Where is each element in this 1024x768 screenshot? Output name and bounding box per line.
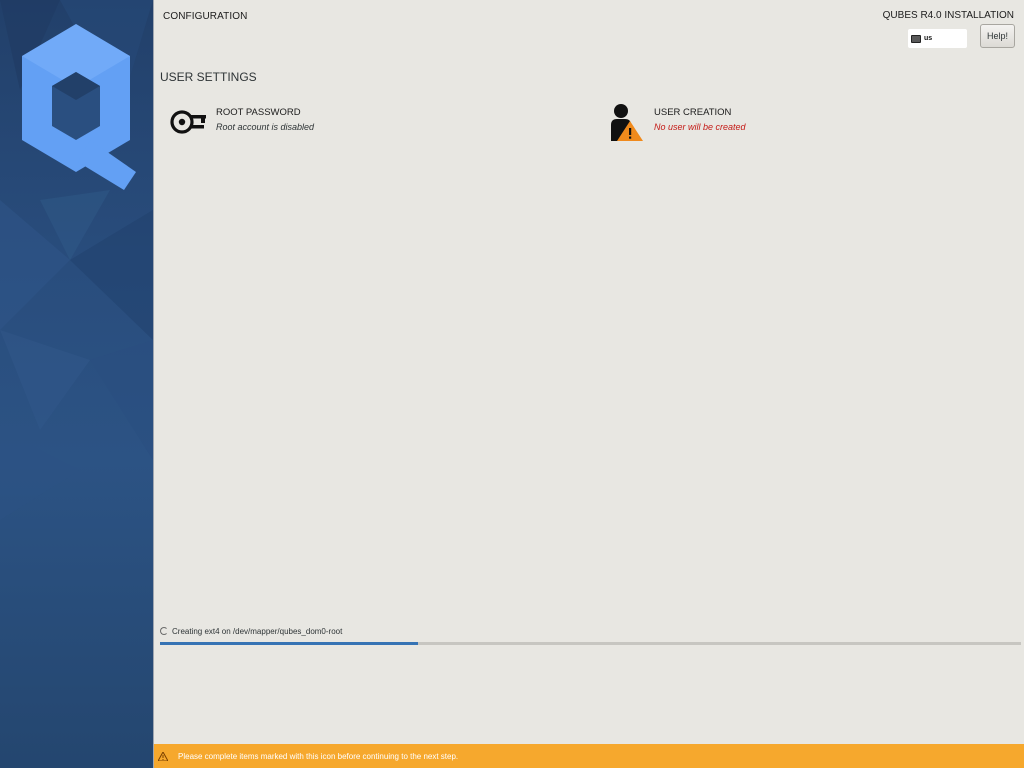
warning-icon: [158, 751, 168, 761]
spoke-root-password[interactable]: ROOT PASSWORD Root account is disabled: [170, 103, 314, 141]
progress-bar: [160, 642, 1021, 645]
spoke-title: ROOT PASSWORD: [216, 107, 301, 118]
keyboard-icon: [911, 34, 921, 43]
keyboard-layout-indicator[interactable]: us: [908, 29, 967, 48]
key-icon: [170, 110, 206, 134]
progress-status-text: Creating ext4 on /dev/mapper/qubes_dom0-…: [172, 627, 343, 636]
warning-bar: Please complete items marked with this i…: [154, 744, 1024, 768]
spoke-title: USER CREATION: [654, 107, 732, 118]
qubes-logo-icon: [22, 24, 136, 190]
sidebar: [0, 0, 153, 768]
spoke-status: No user will be created: [654, 122, 746, 132]
spoke-status: Root account is disabled: [216, 122, 315, 132]
progress-bar-fill: [160, 642, 419, 645]
user-warning-icon: [611, 104, 643, 141]
keyboard-layout-label: us: [924, 35, 933, 42]
section-title: USER SETTINGS: [160, 70, 257, 84]
spinner-icon: [160, 627, 168, 635]
spoke-user-creation[interactable]: USER CREATION No user will be created: [608, 103, 746, 141]
product-title: QUBES R4.0 INSTALLATION: [882, 10, 1014, 21]
page-title: CONFIGURATION: [163, 11, 248, 22]
warning-text: Please complete items marked with this i…: [178, 751, 459, 761]
sidebar-divider: [153, 0, 154, 768]
help-button[interactable]: Help!: [980, 24, 1015, 48]
